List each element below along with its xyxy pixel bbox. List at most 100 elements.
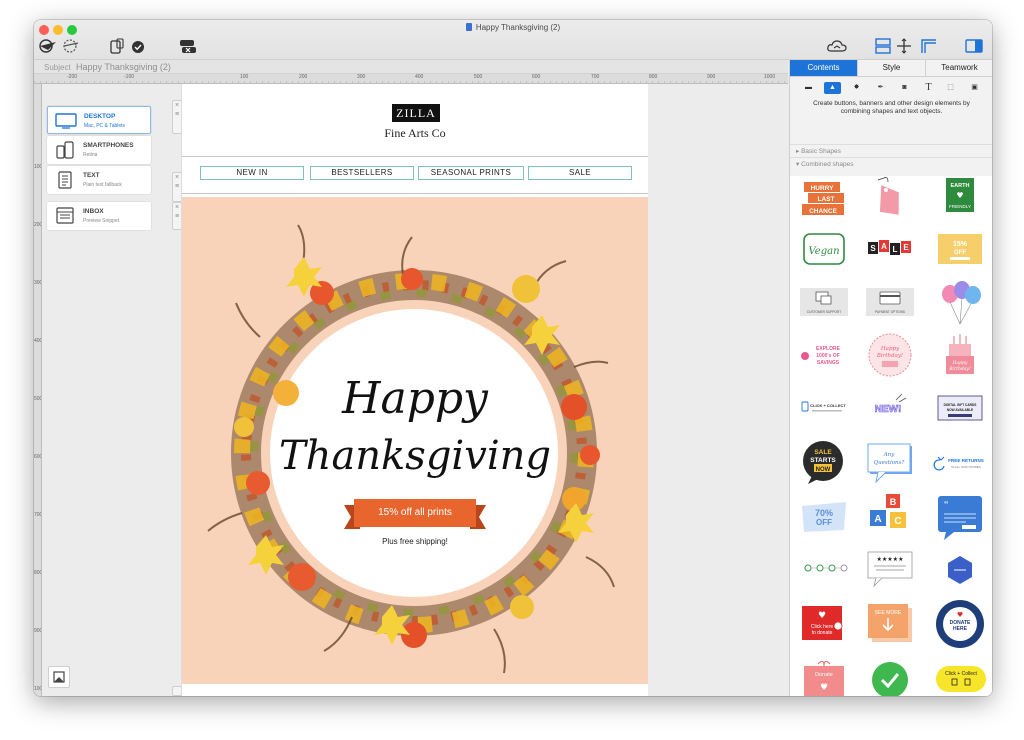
hero-banner[interactable]: Happy Thanksgiving 15% off all prints Pl… <box>182 197 648 684</box>
shape-text: S <box>870 244 876 253</box>
tab-style[interactable]: Style <box>857 60 925 76</box>
shape-review-stars[interactable]: ★★★★★ <box>866 550 914 590</box>
pen-icon[interactable]: ✒ <box>872 82 889 94</box>
nav-link-bestsellers[interactable]: BESTSELLERS <box>310 166 414 180</box>
nav-link-new-in[interactable]: NEW IN <box>200 166 304 180</box>
shape-text: SAVINGS <box>817 360 840 366</box>
shape-donate-gift[interactable]: Donate ♥ <box>800 660 848 696</box>
section-label: Combined shapes <box>801 161 854 168</box>
ruler-label: 700 <box>34 512 42 518</box>
shape-seventy-off[interactable]: 70% OFF <box>800 498 848 536</box>
ruler-label: 200 <box>34 222 42 228</box>
camera-icon[interactable]: ◙ <box>896 82 913 94</box>
shape-percent-off[interactable]: 15% OFF <box>936 232 984 270</box>
shape-check-circle[interactable] <box>868 658 912 696</box>
shape-new-badge[interactable]: NEW! <box>866 390 914 428</box>
image-icon[interactable]: ▣ <box>966 82 983 94</box>
phone-icon <box>56 141 74 159</box>
ruler-label: 900 <box>707 74 716 80</box>
shape-earth-friendly[interactable]: EARTH ♥ FRIENDLY <box>936 178 984 216</box>
tab-teamwork[interactable]: Teamwork <box>925 60 992 76</box>
ruler-label: 500 <box>474 74 483 80</box>
shape-text: Vegan <box>808 246 839 257</box>
shape-free-returns[interactable]: FREE RETURNS IN ALL OUR STORES <box>932 448 988 486</box>
layout-tools-icon[interactable] <box>874 38 938 54</box>
hero-title-line2[interactable]: Thanksgiving <box>279 433 551 479</box>
ruler-label: 100 <box>34 164 42 170</box>
shape-click-donate[interactable]: ♥ Click here to donate <box>800 602 848 646</box>
badge-icon[interactable]: ✸ <box>848 82 865 94</box>
shape-happy-birthday-badge[interactable]: Happy Birthday! <box>866 332 914 378</box>
device-card-text[interactable]: TEXT Plain text fallback <box>47 166 151 194</box>
device-card-smartphones[interactable]: SMARTPHONES Retina <box>47 136 151 164</box>
ruler-label: 600 <box>532 74 541 80</box>
contents-panel: Contents Style Teamwork ▬ ▲ ✸ ✒ ◙ T ⬚ ▣ … <box>789 60 992 696</box>
spam-check-icon[interactable] <box>178 38 198 54</box>
shape-gift-card[interactable]: DIGITAL GIFT CARDS NOW AVAILABLE <box>936 392 984 430</box>
shape-text: DIGITAL GIFT CARDS <box>944 403 977 407</box>
brand-logo[interactable]: ZILLA <box>392 104 440 122</box>
nav-link-sale[interactable]: SALE <box>528 166 632 180</box>
ruler-label: 300 <box>34 280 42 286</box>
shape-abc-blocks[interactable]: B A C <box>866 492 914 536</box>
cloud-sync-icon[interactable] <box>826 38 848 54</box>
shape-text: B <box>890 497 897 507</box>
shape-text: 1000's OF <box>816 353 839 359</box>
shape-donate-here[interactable]: ♥ DONATE HERE <box>934 598 986 650</box>
shape-click-collect-pill[interactable]: Click + Collect <box>934 662 988 696</box>
ruler-label: 500 <box>34 396 42 402</box>
discount-ribbon[interactable]: 15% off all prints <box>344 499 486 531</box>
shape-birthday-cake[interactable]: Happy Birthday! <box>936 330 984 378</box>
shape-text: L <box>893 245 898 254</box>
toggle-sidebar-icon[interactable] <box>964 38 984 54</box>
shape-see-more[interactable]: SEE MORE <box>866 602 914 646</box>
shape-click-collect[interactable]: CLICK + COLLECT <box>800 392 848 430</box>
layers-toggle-button[interactable] <box>48 666 70 688</box>
preview-devices-icon[interactable] <box>106 38 146 54</box>
shape-text: FREE RETURNS <box>948 458 984 463</box>
device-card-desktop[interactable]: DESKTOP Mac, PC & Tablets <box>47 106 151 134</box>
nav-link-seasonal-prints[interactable]: SEASONAL PRINTS <box>418 166 524 180</box>
heart-icon: ♥ <box>957 611 963 619</box>
shape-vegan[interactable]: Vegan <box>800 232 848 270</box>
email-template[interactable]: ZILLA Fine Arts Co NEW IN BESTSELLERS SE… <box>181 84 648 696</box>
hero-subline[interactable]: Plus free shipping! <box>315 537 515 546</box>
hero-title-line1[interactable]: Happy <box>341 373 489 424</box>
device-card-inbox[interactable]: INBOX Preview Snippet <box>47 202 151 230</box>
shape-quote-bubble[interactable]: “ <box>936 494 984 542</box>
text-tool-icon[interactable]: T <box>920 82 937 94</box>
ruler-label: 300 <box>357 74 366 80</box>
box-icon[interactable]: ▬ <box>800 82 817 94</box>
shape-text: E <box>903 243 909 252</box>
shape-hurry-last-chance[interactable]: HURRY LAST CHANCE <box>800 180 848 218</box>
shape-progress-steps[interactable] <box>800 552 848 590</box>
shape-text: CLICK + COLLECT <box>810 403 846 408</box>
design-canvas[interactable]: DESKTOP Mac, PC & Tablets SMARTPHONES Re… <box>42 84 788 696</box>
shape-text: NEW! <box>875 404 902 415</box>
shape-hexagon-badge[interactable] <box>936 552 984 590</box>
brand-tagline[interactable]: Fine Arts Co <box>332 126 498 141</box>
send-test-icon[interactable] <box>38 38 82 54</box>
vertical-ruler: 100 200 300 400 500 600 700 800 900 1000 <box>34 84 42 696</box>
shape-customer-support[interactable]: CUSTOMER SUPPORT <box>800 286 848 324</box>
shape-any-questions[interactable]: Any Questions? <box>866 442 914 486</box>
shape-balloons[interactable] <box>936 280 984 328</box>
shape-icon[interactable]: ▲ <box>824 82 841 94</box>
shape-sale-starts-now[interactable]: SALE STARTS NOW <box>798 440 846 486</box>
subject-field[interactable]: Happy Thanksgiving (2) <box>76 62 171 72</box>
shape-sale-blocks[interactable]: S A L E <box>866 232 914 270</box>
device-card-title: INBOX <box>83 208 104 215</box>
shape-explore-savings[interactable]: EXPLORE 1000's OF SAVINGS <box>800 338 848 376</box>
titlebar: Happy Thanksgiving (2) <box>34 20 992 60</box>
ruler-label: 600 <box>34 454 42 460</box>
device-card-title: TEXT <box>83 172 100 179</box>
dashed-box-icon[interactable]: ⬚ <box>942 82 959 94</box>
shape-text: HURRY <box>811 185 835 192</box>
tab-contents[interactable]: Contents <box>790 60 857 76</box>
email-nav: NEW IN BESTSELLERS SEASONAL PRINTS SALE <box>182 156 648 194</box>
shape-price-tag[interactable] <box>866 176 914 215</box>
section-basic-shapes[interactable]: ▸ Basic Shapes <box>790 144 992 157</box>
shape-payment-options[interactable]: PAYMENT OPTIONS <box>866 286 914 324</box>
shape-text: A <box>881 242 887 251</box>
section-combined-shapes[interactable]: ▾ Combined shapes <box>790 157 992 170</box>
